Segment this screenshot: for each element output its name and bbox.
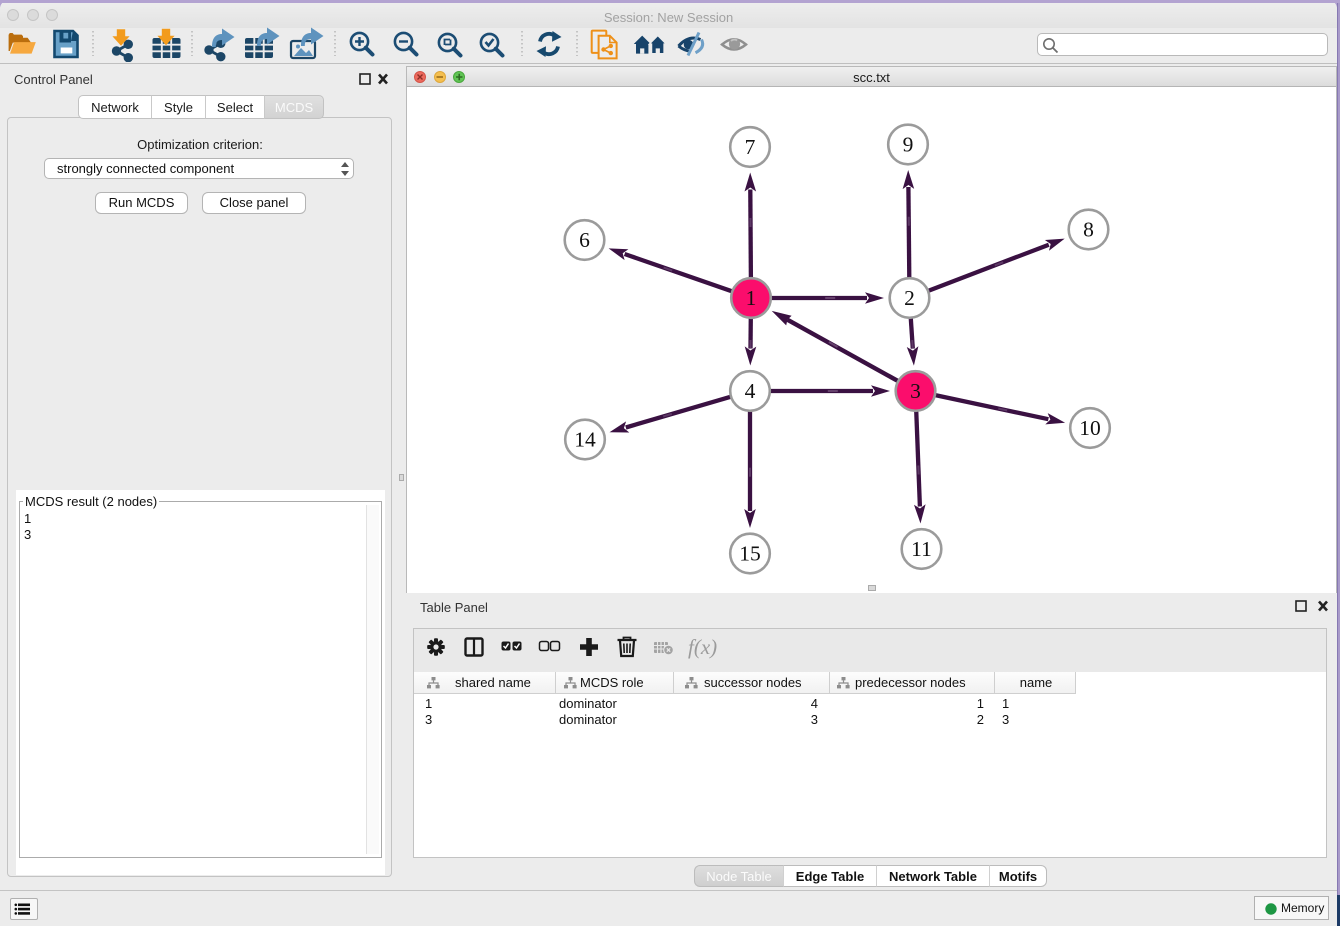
svg-text:11: 11 (911, 537, 932, 561)
svg-text:9: 9 (903, 133, 914, 157)
svg-text:7: 7 (745, 135, 756, 159)
svg-text:1: 1 (746, 286, 757, 310)
svg-text:3: 3 (910, 379, 921, 403)
svg-text:15: 15 (739, 542, 761, 566)
svg-text:4: 4 (745, 379, 756, 403)
svg-text:8: 8 (1083, 218, 1094, 242)
svg-text:6: 6 (579, 228, 590, 252)
svg-text:f(x): f(x) (688, 635, 717, 659)
svg-text:2: 2 (904, 286, 915, 310)
svg-text:10: 10 (1079, 416, 1101, 440)
svg-text:14: 14 (574, 428, 596, 452)
